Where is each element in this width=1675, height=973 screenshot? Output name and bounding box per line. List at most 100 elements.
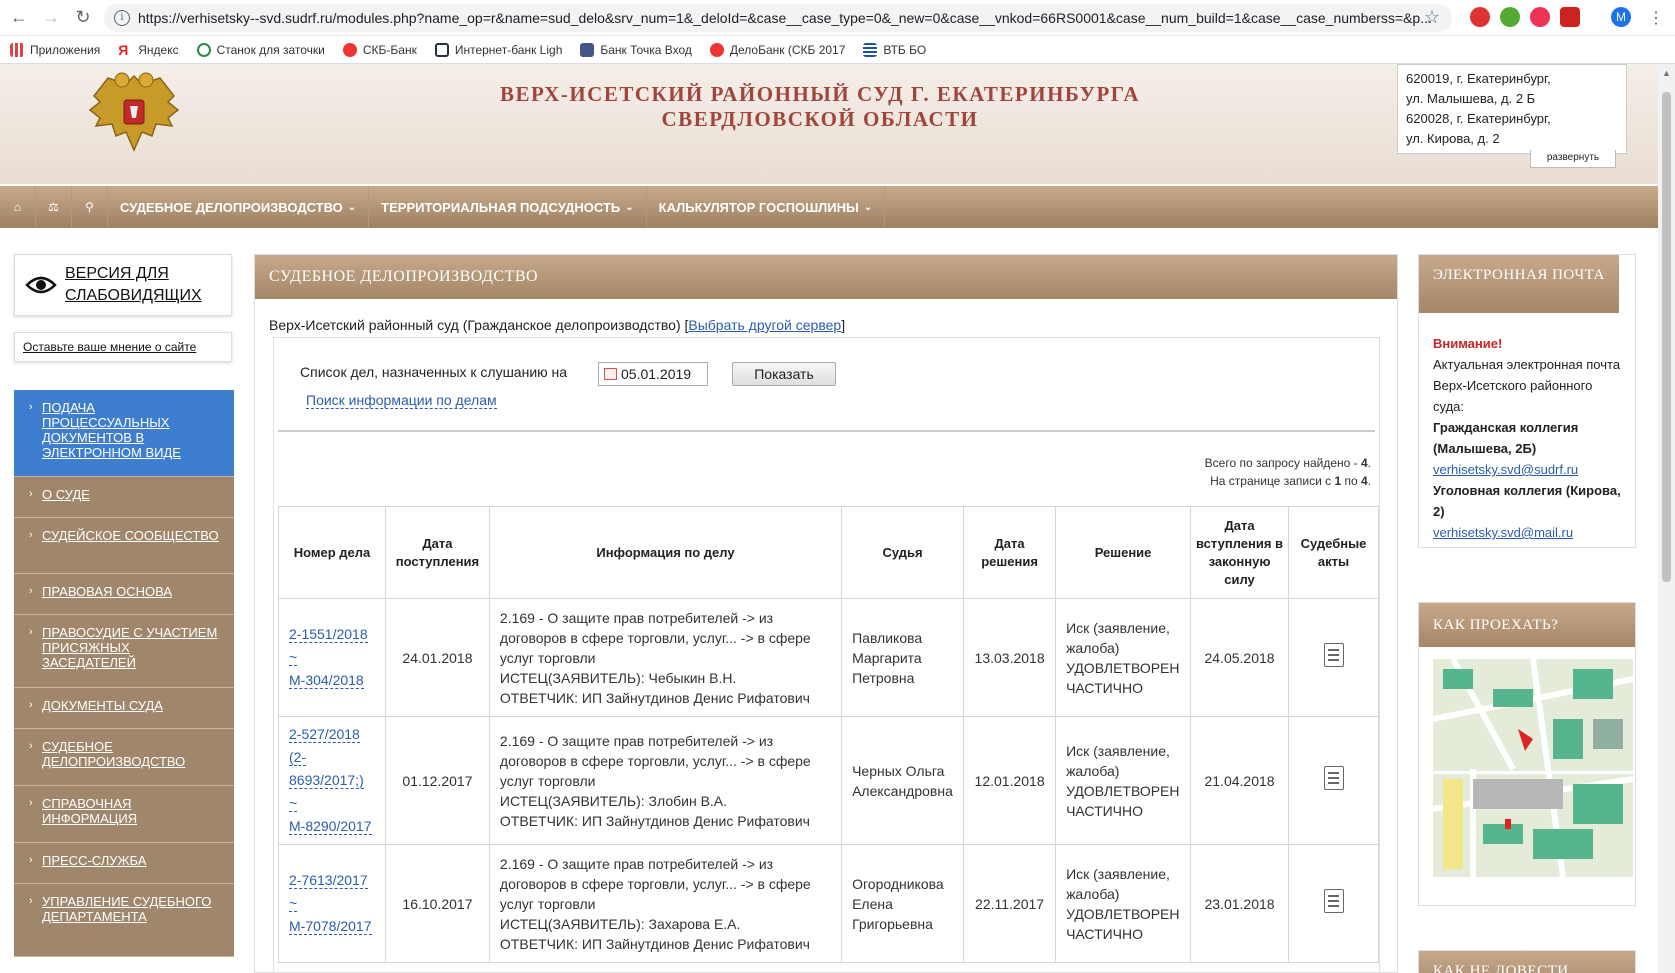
nav-court-proceedings[interactable]: СУДЕБНОЕ ДЕЛОПРОИЗВОДСТВО ⌄: [108, 186, 370, 228]
info-cell: 2.169 - О защите прав потребителей -> из…: [488, 598, 843, 717]
decision-date-cell: 12.01.2018: [963, 716, 1057, 845]
bookmark-tochka[interactable]: Банк Точка Вход: [580, 42, 692, 57]
document-icon[interactable]: [1323, 643, 1344, 667]
decision-cell: Иск (заявление, жалоба) УДОВЛЕТВОРЕН ЧАС…: [1055, 844, 1192, 963]
divider: [278, 430, 1375, 432]
feedback-link[interactable]: Оставьте ваше мнение о сайте: [14, 332, 232, 362]
vtb-icon: [863, 42, 878, 57]
route-box: КАК ПРОЕХАТЬ?: [1418, 602, 1636, 906]
table-row: 2-7613/2017 ~ М-7078/2017 16.10.2017 2.1…: [278, 844, 1379, 963]
choose-server-link[interactable]: Выбрать другой сервер: [688, 317, 841, 333]
address-bar[interactable]: i https://verhisetsky--svd.sudrf.ru/modu…: [104, 4, 1452, 32]
civil-email-link[interactable]: verhisetsky.svd@sudrf.ru: [1433, 459, 1621, 480]
address-box: 620019, г. Екатеринбург, ул. Малышева, д…: [1397, 64, 1627, 154]
nav-territorial-jurisdiction[interactable]: ТЕРРИТОРИАЛЬНАЯ ПОДСУДНОСТЬ ⌄: [369, 186, 647, 228]
forward-icon[interactable]: →: [38, 5, 64, 31]
effective-date-cell: 24.05.2018: [1190, 598, 1290, 717]
document-icon[interactable]: [1323, 889, 1344, 913]
col-header-decision[interactable]: Решение: [1055, 506, 1192, 599]
vision-link[interactable]: ВЕРСИЯ ДЛЯ СЛАБОВИДЯЩИХ: [65, 263, 202, 307]
apps-grid-icon: [10, 42, 24, 57]
expand-address-button[interactable]: развернуть: [1530, 150, 1616, 168]
extension-icon-leaf[interactable]: [1500, 7, 1520, 27]
bookmark-internet-bank[interactable]: Интернет-банк Ligh: [434, 42, 562, 57]
bookmark-star-icon[interactable]: ☆: [1424, 7, 1440, 28]
col-header-judge[interactable]: Судья: [841, 506, 965, 599]
col-header-info[interactable]: Информация по делу: [488, 506, 843, 599]
menu-dots-icon[interactable]: ⋮: [1648, 8, 1664, 28]
extension-icon-adblock[interactable]: [1560, 7, 1580, 27]
browser-toolbar: ← → ↻ i https://verhisetsky--svd.sudrf.r…: [0, 0, 1675, 36]
criminal-email-link[interactable]: verhisetsky.svd@mail.ru: [1433, 522, 1621, 543]
sidebar-item-about[interactable]: › О СУДЕ: [14, 477, 234, 518]
sidebar-item-jury[interactable]: › ПРАВОСУДИЕ С УЧАСТИЕМ ПРИСЯЖНЫХ ЗАСЕДАТ…: [14, 615, 234, 688]
extension-icon-opera[interactable]: [1470, 7, 1490, 27]
server-line: Верх-Исетский районный суд (Гражданское …: [269, 317, 846, 333]
col-header-acts[interactable]: Судебные акты: [1288, 506, 1379, 599]
sitemap-icon[interactable]: ⚖: [36, 186, 72, 228]
sidebar-item-judges[interactable]: › СУДЕЙСКОЕ СООБЩЕСТВО: [14, 518, 234, 574]
acts-cell: [1288, 716, 1379, 845]
sidebar-item-proceedings[interactable]: › СУДЕБНОЕ ДЕЛОПРОИЗВОДСТВО: [14, 729, 234, 786]
results-summary: Всего по запросу найдено - 4. На страниц…: [1204, 456, 1371, 488]
tochka-icon: [580, 42, 595, 57]
date-input[interactable]: 05.01.2019: [598, 362, 708, 386]
sidebar-item-documents[interactable]: › ДОКУМЕНТЫ СУДА: [14, 688, 234, 729]
url-text: https://verhisetsky--svd.sudrf.ru/module…: [138, 10, 1432, 26]
sidebar-item-reference[interactable]: › СПРАВОЧНАЯ ИНФОРМАЦИЯ: [14, 786, 234, 843]
email-title: ЭЛЕКТРОННАЯ ПОЧТА: [1419, 255, 1619, 313]
bookmark-yandex[interactable]: Я Яндекс: [118, 43, 178, 57]
court-title: ВЕРХ-ИСЕТСКИЙ РАЙОННЫЙ СУД Г. ЕКАТЕРИНБУ…: [499, 82, 1141, 131]
col-header-number[interactable]: Номер дела: [278, 506, 386, 599]
received-cell: 01.12.2017: [384, 716, 490, 845]
chevron-right-icon: ›: [29, 699, 33, 711]
col-header-decision-date[interactable]: Дата решения: [963, 506, 1057, 599]
case-number-link[interactable]: 2-7613/2017 ~ М-7078/2017: [289, 872, 372, 935]
scrollbar[interactable]: ▲: [1658, 64, 1675, 973]
visually-impaired-version[interactable]: ВЕРСИЯ ДЛЯ СЛАБОВИДЯЩИХ: [14, 254, 232, 316]
calendar-icon[interactable]: [604, 368, 617, 380]
sharpener-icon: [196, 42, 211, 57]
nav-fee-calculator[interactable]: КАЛЬКУЛЯТОР ГОСПОШЛИНЫ ⌄: [647, 186, 886, 228]
col-header-effective[interactable]: Дата вступления в законную силу: [1190, 506, 1290, 599]
bookmark-vtb[interactable]: ВТБ БО: [863, 42, 926, 57]
home-icon[interactable]: ⌂: [0, 186, 36, 228]
table-row: 2-527/2018 (2-8693/2017;) ~ М-8290/2017 …: [278, 716, 1379, 845]
sidebar-item-department[interactable]: › УПРАВЛЕНИЕ СУДЕБНОГО ДЕПАРТАМЕНТА: [14, 884, 234, 957]
back-icon[interactable]: ←: [6, 5, 32, 31]
bookmark-apps[interactable]: Приложения: [10, 42, 100, 57]
chevron-down-icon: ⌄: [625, 201, 634, 213]
email-box: ЭЛЕКТРОННАЯ ПОЧТА Внимание! Актуальная э…: [1418, 254, 1636, 548]
case-number-cell: 2-7613/2017 ~ М-7078/2017: [278, 844, 386, 963]
extension-icon-target[interactable]: [1530, 7, 1550, 27]
document-icon[interactable]: [1323, 766, 1344, 790]
sidebar-item-press[interactable]: › ПРЕСС-СЛУЖБА: [14, 843, 234, 884]
case-search-link[interactable]: Поиск информации по делам: [306, 392, 497, 409]
case-number-link[interactable]: 2-527/2018 (2-8693/2017;) ~ М-8290/2017: [289, 726, 372, 835]
location-map[interactable]: [1433, 659, 1633, 877]
search-icon[interactable]: ⚲: [72, 186, 108, 228]
judge-cell: Черных Ольга Александровна: [841, 716, 965, 845]
bank-icon: [434, 42, 449, 57]
bookmark-delobank[interactable]: ДелоБанк (СКБ 2017: [709, 42, 845, 57]
scroll-thumb[interactable]: [1662, 92, 1671, 582]
table-row: 2-1551/2018 ~ М-304/2018 24.01.2018 2.16…: [278, 598, 1379, 717]
sidebar-item-electronic-filing[interactable]: › ПОДАЧА ПРОЦЕССУАЛЬНЫХ ДОКУМЕНТОВ В ЭЛЕК…: [14, 390, 234, 477]
show-button[interactable]: Показать: [732, 362, 836, 386]
info-icon[interactable]: i: [114, 10, 130, 26]
reload-icon[interactable]: ↻: [70, 5, 96, 31]
sidebar-item-legal-basis[interactable]: › ПРАВОВАЯ ОСНОВА: [14, 574, 234, 615]
bookmark-sharpener[interactable]: Станок для заточки: [196, 42, 325, 57]
list-label: Список дел, назначенных к слушанию на: [300, 364, 568, 380]
col-header-received[interactable]: Дата поступления: [384, 506, 490, 599]
chevron-right-icon: ›: [29, 740, 33, 752]
chevron-right-icon: ›: [29, 488, 33, 500]
panel-title: СУДЕБНОЕ ДЕЛОПРОИЗВОДСТВО: [255, 255, 1397, 299]
email-body: Внимание! Актуальная электронная почта В…: [1419, 313, 1635, 563]
chevron-right-icon: ›: [29, 529, 33, 541]
profile-avatar[interactable]: M: [1611, 7, 1631, 27]
bookmark-skb[interactable]: СКБ-Банк: [342, 42, 417, 57]
scroll-up-icon[interactable]: ▲: [1662, 68, 1671, 78]
case-number-link[interactable]: 2-1551/2018 ~ М-304/2018: [289, 626, 368, 689]
decision-date-cell: 22.11.2017: [963, 844, 1057, 963]
